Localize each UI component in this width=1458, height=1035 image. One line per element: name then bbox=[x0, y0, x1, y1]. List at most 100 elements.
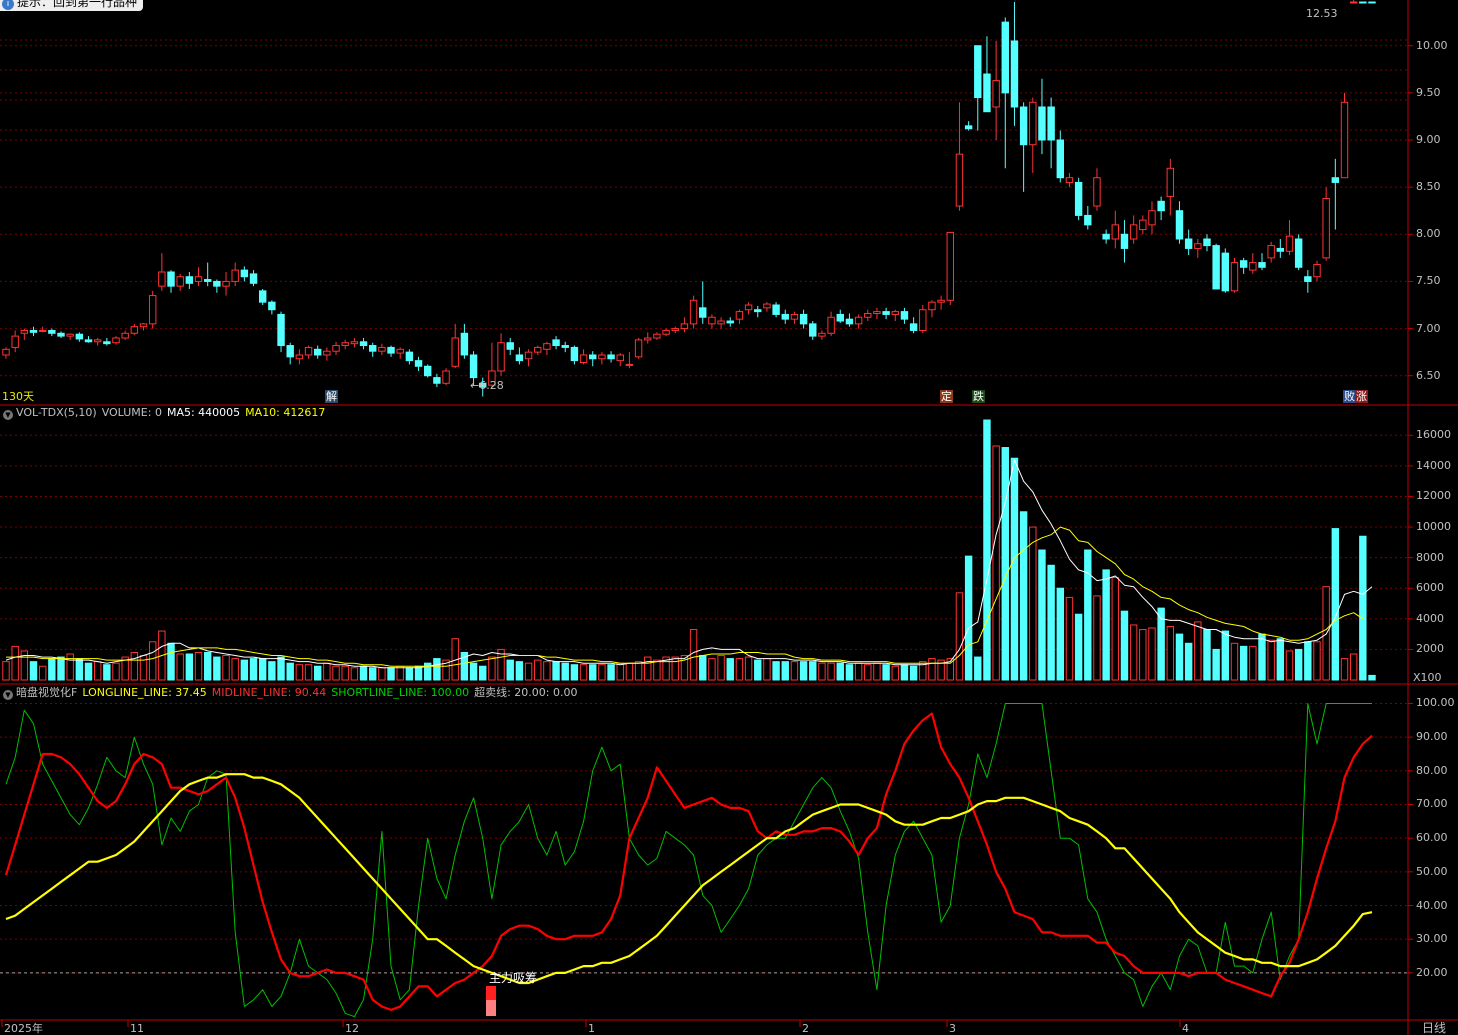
candle-body bbox=[772, 304, 780, 315]
candle-body bbox=[854, 316, 863, 325]
volume-bar bbox=[323, 662, 331, 681]
signal-jie[interactable]: 解 bbox=[325, 390, 338, 403]
signal-ding[interactable]: 定 bbox=[940, 390, 953, 403]
candle bbox=[1001, 17, 1009, 169]
signal-zhang[interactable]: 涨 bbox=[1355, 390, 1368, 403]
candle-body bbox=[1212, 245, 1220, 290]
volume-bar bbox=[1221, 630, 1230, 681]
volume-bar bbox=[598, 664, 606, 681]
candle-body bbox=[864, 312, 872, 318]
volume-bar bbox=[1212, 648, 1220, 681]
candle bbox=[790, 311, 799, 324]
accumulation-label: 主力吸筹 bbox=[489, 971, 538, 985]
candle-body bbox=[1056, 139, 1065, 179]
volume-bar bbox=[891, 665, 899, 681]
volume-bar bbox=[992, 445, 1000, 681]
candle bbox=[240, 266, 249, 282]
candle bbox=[699, 281, 707, 324]
candle bbox=[653, 332, 661, 340]
accumulation-marker bbox=[486, 986, 496, 1000]
volume-bar bbox=[258, 658, 267, 681]
candle bbox=[1322, 187, 1330, 261]
price-tick-label: 9.00 bbox=[1416, 133, 1441, 146]
volume-bar bbox=[854, 662, 863, 681]
accumulation-marker-lower bbox=[486, 1000, 496, 1016]
candle-body bbox=[1084, 214, 1092, 226]
volume-bar bbox=[607, 664, 615, 681]
volume-bar bbox=[1304, 641, 1312, 681]
volume-bar bbox=[781, 661, 789, 681]
candle-body bbox=[818, 332, 826, 337]
kline-chart[interactable] bbox=[0, 0, 1458, 1035]
period-button[interactable]: 日线 bbox=[1422, 1021, 1446, 1035]
volume-bar bbox=[534, 659, 542, 681]
volume-bar bbox=[790, 661, 799, 681]
candle-body bbox=[909, 323, 918, 331]
candle-body bbox=[268, 301, 276, 311]
candle bbox=[460, 323, 469, 359]
volume-bar bbox=[84, 662, 93, 681]
volume-indicator-header[interactable]: ▼ VOL-TDX(5,10) VOLUME: 0 MA5: 440005 MA10: … bbox=[3, 406, 330, 420]
volume-bar bbox=[561, 662, 569, 681]
candle bbox=[570, 345, 579, 365]
volume-bar bbox=[469, 662, 478, 681]
osc-zero: : 0.00 bbox=[545, 686, 578, 699]
candle-body bbox=[1285, 235, 1294, 252]
volume-bar bbox=[286, 662, 294, 681]
candle-body bbox=[689, 299, 698, 325]
collapse-icon[interactable]: ▼ bbox=[3, 690, 13, 700]
volume-tick-label: 10000 bbox=[1416, 520, 1451, 534]
volume-bar bbox=[818, 662, 826, 681]
volume-bar bbox=[634, 661, 643, 681]
candle bbox=[213, 279, 221, 293]
volume-bar bbox=[735, 658, 744, 681]
volume-bar bbox=[772, 661, 780, 681]
volume-bar bbox=[213, 656, 221, 681]
osc-oversold: 超卖线: 20.00 bbox=[474, 686, 546, 699]
grid-lines bbox=[0, 39, 1413, 974]
candle-body bbox=[579, 354, 588, 364]
signal-die[interactable]: 跌 bbox=[972, 390, 985, 403]
candle bbox=[414, 356, 423, 371]
candle-body bbox=[1139, 219, 1147, 231]
oscillator-tick-label: 20.00 bbox=[1416, 965, 1448, 979]
info-icon: i bbox=[2, 0, 14, 10]
volume-bar bbox=[231, 658, 239, 681]
candle bbox=[139, 322, 148, 331]
volume-bar bbox=[488, 656, 496, 681]
oscillator-indicator-header[interactable]: ▼ 暗盘视觉化F LONGLINE_LINE: 37.45 MIDLINE_LINE:… bbox=[3, 686, 582, 700]
candle bbox=[864, 309, 872, 322]
candle-body bbox=[139, 323, 148, 328]
candle bbox=[671, 326, 679, 334]
candle bbox=[1065, 173, 1074, 188]
x-tick-label: 3 bbox=[949, 1022, 956, 1035]
candle-body bbox=[607, 354, 615, 360]
candle-body bbox=[919, 309, 927, 331]
candle bbox=[158, 253, 166, 291]
volume-bar bbox=[744, 656, 753, 681]
vol-name: VOL-TDX(5,10) bbox=[16, 406, 97, 419]
volume-bar bbox=[103, 664, 111, 681]
candle bbox=[964, 121, 973, 131]
volume-bar bbox=[1239, 645, 1248, 681]
candle bbox=[1267, 241, 1275, 263]
candle-body bbox=[1249, 262, 1257, 271]
candle-body bbox=[900, 311, 909, 320]
volume-bar bbox=[836, 662, 844, 681]
volume-bar bbox=[625, 662, 634, 681]
candle bbox=[1111, 210, 1120, 249]
candlestick-series bbox=[2, 0, 1376, 397]
volume-bar bbox=[974, 656, 982, 681]
candle-body bbox=[552, 339, 560, 347]
candle-body bbox=[992, 80, 1000, 108]
candle-body bbox=[534, 346, 542, 353]
collapse-icon[interactable]: ▼ bbox=[3, 410, 13, 420]
candle bbox=[313, 345, 322, 359]
candle-body bbox=[103, 341, 111, 345]
volume-bar bbox=[616, 662, 624, 681]
volume-bar bbox=[1285, 650, 1294, 681]
candle bbox=[121, 330, 129, 340]
tooltip[interactable]: i 提示：回到第一行品种 bbox=[0, 0, 144, 11]
candle bbox=[369, 342, 377, 357]
volume-bar bbox=[130, 651, 139, 681]
